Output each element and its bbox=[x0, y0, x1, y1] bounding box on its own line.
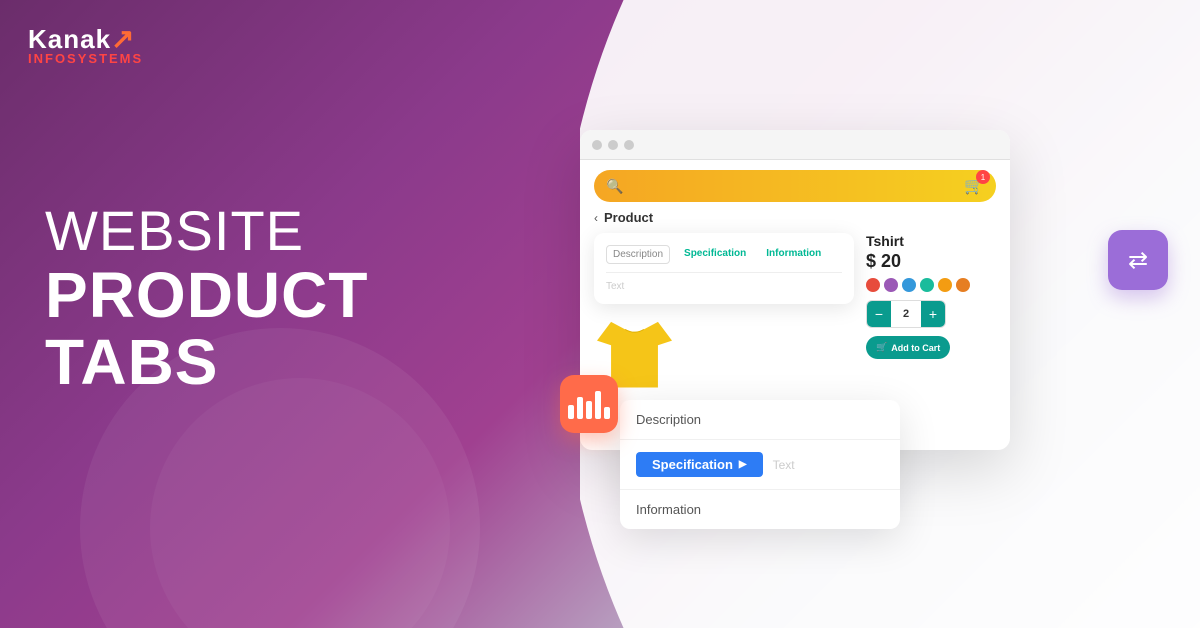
cart-badge: 1 bbox=[976, 170, 990, 184]
cart-area: 🛒 1 bbox=[964, 176, 984, 196]
tabs-list-specification-row: Specification ▶ Text bbox=[620, 440, 900, 490]
bar-2 bbox=[577, 397, 583, 419]
bar-4 bbox=[595, 391, 601, 419]
logo-infosystems-text: Infosystems bbox=[28, 51, 143, 66]
color-dot-3[interactable] bbox=[902, 278, 916, 292]
tabs-list-information-row: Information bbox=[620, 490, 900, 529]
tabs-list-description-row: Description bbox=[620, 400, 900, 440]
quantity-increase-button[interactable]: + bbox=[921, 301, 945, 327]
logo-arrow-icon: ↗ bbox=[111, 23, 135, 54]
product-price: $ 20 bbox=[866, 251, 996, 272]
color-dots-row bbox=[866, 278, 996, 292]
nav-back-arrow[interactable]: ‹ bbox=[594, 211, 598, 225]
browser-titlebar bbox=[580, 130, 1010, 160]
transfer-arrows-icon: ⇄ bbox=[1128, 246, 1148, 275]
quantity-decrease-button[interactable]: − bbox=[867, 301, 891, 327]
bar-1 bbox=[568, 405, 574, 419]
nav-product-label: Product bbox=[604, 210, 653, 225]
browser-nav: ‹ Product bbox=[594, 210, 996, 225]
bar-5 bbox=[604, 407, 610, 419]
tabs-list-card: Description Specification ▶ Text Informa… bbox=[620, 400, 900, 529]
color-dot-2[interactable] bbox=[884, 278, 898, 292]
add-to-cart-button[interactable]: 🛒 Add to Cart bbox=[866, 336, 950, 359]
transfer-icon-button[interactable]: ⇄ bbox=[1108, 230, 1168, 290]
color-dot-1[interactable] bbox=[866, 278, 880, 292]
title-website: WEBSITE bbox=[45, 200, 368, 262]
search-icon: 🔍 bbox=[606, 178, 623, 195]
color-dot-5[interactable] bbox=[938, 278, 952, 292]
tabs-list-spec-text: Text bbox=[773, 458, 795, 472]
browser-tab-text: Text bbox=[606, 281, 842, 292]
color-dot-6[interactable] bbox=[956, 278, 970, 292]
title-tabs: TABS bbox=[45, 329, 368, 396]
tabs-list-specification-label: Specification bbox=[652, 457, 733, 472]
browser-body: Description Specification Information Te… bbox=[594, 233, 996, 402]
browser-dot-3 bbox=[624, 140, 634, 150]
cart-btn-icon: 🛒 bbox=[876, 342, 887, 353]
color-dot-4[interactable] bbox=[920, 278, 934, 292]
browser-search-bar[interactable]: 🔍 🛒 1 bbox=[594, 170, 996, 202]
browser-tabs-row: Description Specification Information bbox=[606, 245, 842, 273]
quantity-row: − 2 + bbox=[866, 300, 946, 328]
page-background: Kanak↗ Infosystems WEBSITE PRODUCT TABS … bbox=[0, 0, 1200, 628]
browser-dot-1 bbox=[592, 140, 602, 150]
browser-dot-2 bbox=[608, 140, 618, 150]
tabs-list-description-label[interactable]: Description bbox=[636, 412, 884, 427]
tabs-list-specification-active[interactable]: Specification ▶ bbox=[636, 452, 763, 477]
barchart-icon-button[interactable] bbox=[560, 375, 618, 433]
product-info-area: Tshirt $ 20 − 2 + bbox=[866, 233, 996, 402]
tab-specification-browser[interactable]: Specification bbox=[678, 245, 752, 264]
tabs-list-information-label[interactable]: Information bbox=[636, 502, 884, 517]
product-name: Tshirt bbox=[866, 233, 996, 249]
title-product: PRODUCT bbox=[45, 262, 368, 329]
main-title-block: WEBSITE PRODUCT TABS bbox=[45, 200, 368, 396]
logo: Kanak↗ Infosystems bbox=[28, 22, 143, 66]
bar-3 bbox=[586, 401, 592, 419]
add-to-cart-label: Add to Cart bbox=[891, 343, 940, 353]
quantity-value: 2 bbox=[891, 308, 921, 320]
browser-content: 🔍 🛒 1 ‹ Product Description bbox=[580, 160, 1010, 412]
barchart-visual bbox=[568, 389, 610, 419]
browser-tabs-card: Description Specification Information Te… bbox=[594, 233, 854, 304]
tab-active-arrow-icon: ▶ bbox=[739, 459, 747, 470]
tab-description-browser[interactable]: Description bbox=[606, 245, 670, 264]
tab-information-browser[interactable]: Information bbox=[760, 245, 827, 264]
product-left-area: Description Specification Information Te… bbox=[594, 233, 854, 402]
